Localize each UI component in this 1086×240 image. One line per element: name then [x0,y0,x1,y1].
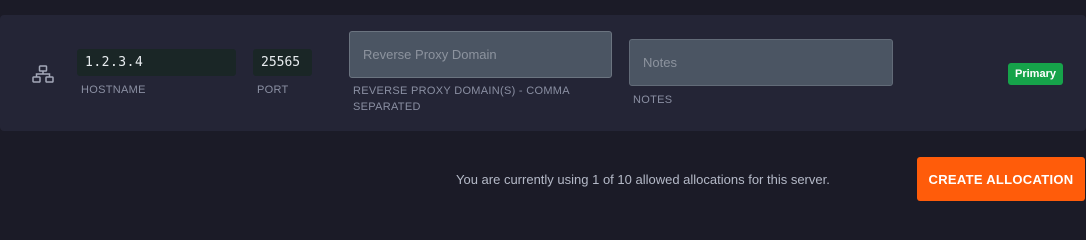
reverse-proxy-label: REVERSE PROXY DOMAIN(S) - COMMA SEPARATE… [353,85,570,113]
port-value: 25565 [253,49,312,76]
hostname-value: 1.2.3.4 [77,49,236,76]
notes-label: NOTES [633,94,673,106]
create-allocation-button[interactable]: CREATE ALLOCATION [917,157,1085,201]
allocations-page: 1.2.3.4 HOSTNAME 25565 PORT REVERSE PROX… [0,0,1086,214]
hostname-label: HOSTNAME [81,84,146,96]
primary-badge: Primary [1008,63,1063,85]
allocation-usage-text: You are currently using 1 of 10 allowed … [456,172,830,187]
port-label: PORT [257,84,289,96]
notes-input[interactable] [629,39,893,86]
network-icon [32,65,54,83]
allocation-row: 1.2.3.4 HOSTNAME 25565 PORT REVERSE PROX… [0,15,1086,131]
reverse-proxy-input[interactable] [349,31,612,78]
